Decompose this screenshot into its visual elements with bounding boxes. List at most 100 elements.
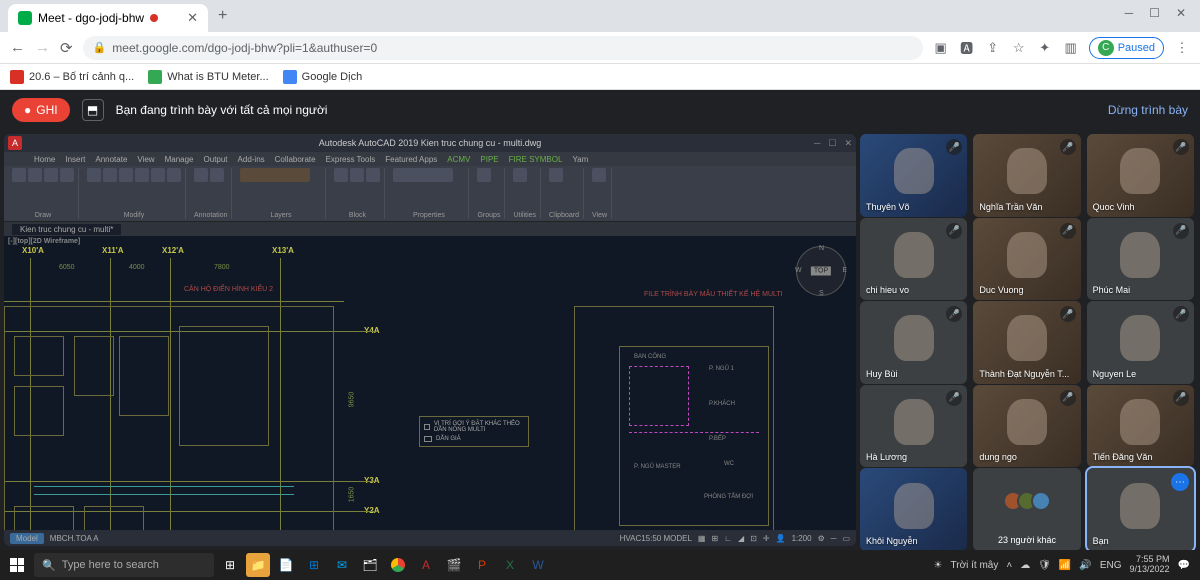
taskbar-app-icon[interactable]: W	[526, 553, 550, 577]
wifi-icon[interactable]: 📶	[1059, 560, 1071, 571]
share-icon[interactable]: ⇪	[985, 40, 1001, 56]
participant-tile[interactable]: 🎤Duc Vuong	[973, 218, 1080, 301]
taskbar-app-icon[interactable]: 🎬	[442, 553, 466, 577]
status-icon[interactable]: ◢	[738, 534, 744, 543]
taskbar-app-icon[interactable]: ✉	[330, 553, 354, 577]
participant-tile[interactable]: 🎤Phúc Mai	[1087, 218, 1194, 301]
translate-icon[interactable]: 🅰	[959, 40, 975, 56]
participant-tile[interactable]: 🎤Thuyên Võ	[860, 134, 967, 217]
participant-tile[interactable]: 🎤dung ngo	[973, 385, 1080, 468]
weather-text[interactable]: Trời ít mây	[951, 560, 999, 571]
status-icon[interactable]: ∟	[724, 534, 732, 543]
taskbar-app-icon[interactable]: 📄	[274, 553, 298, 577]
reading-list-icon[interactable]: ▥	[1063, 40, 1079, 56]
layout-tab[interactable]: MBCH.TOA A	[50, 534, 99, 543]
taskbar-chrome-icon[interactable]	[386, 553, 410, 577]
language-indicator[interactable]: ENG	[1100, 560, 1122, 571]
taskbar-app-icon[interactable]: A	[414, 553, 438, 577]
self-tile[interactable]: ⋯ Bạn	[1087, 468, 1194, 550]
puzzle-icon[interactable]: ✦	[1037, 40, 1053, 56]
ribbon-tab[interactable]: Express Tools	[326, 155, 376, 164]
tray-icon[interactable]: 🛡	[1038, 560, 1051, 571]
ribbon-tab[interactable]: Featured Apps	[385, 155, 437, 164]
taskbar-app-icon[interactable]: 📁	[246, 553, 270, 577]
ribbon-tab[interactable]: Manage	[165, 155, 194, 164]
ribbon-tab[interactable]: Add-ins	[238, 155, 265, 164]
view-cube[interactable]: TOP N S E W	[796, 246, 846, 296]
ribbon-tab[interactable]: Insert	[65, 155, 85, 164]
participant-tile[interactable]: 🎤Quoc Vinh	[1087, 134, 1194, 217]
ribbon-tab[interactable]: Collaborate	[275, 155, 316, 164]
participant-tile[interactable]: 🎤Huy Bùi	[860, 301, 967, 384]
stop-share-icon[interactable]: ⬒	[82, 99, 104, 121]
reload-icon[interactable]: ⟳	[60, 39, 73, 57]
status-icon[interactable]: ─	[831, 534, 837, 543]
clock[interactable]: 7:55 PM 9/13/2022	[1130, 555, 1170, 575]
cast-icon[interactable]: ▣	[933, 40, 949, 56]
bookmark-label: What is BTU Meter...	[167, 71, 268, 83]
notifications-icon[interactable]: 💬	[1178, 560, 1190, 571]
status-icon[interactable]: ▦	[698, 534, 706, 543]
back-icon[interactable]: ←	[10, 39, 25, 56]
forward-icon[interactable]: →	[35, 39, 50, 56]
ribbon-tab[interactable]: Yam	[572, 155, 588, 164]
participant-tile[interactable]: 🎤Thành Đạt Nguyễn T...	[973, 301, 1080, 384]
dimension-text: 1650	[348, 487, 355, 503]
profile-paused-chip[interactable]: C Paused	[1089, 37, 1164, 59]
participant-tile[interactable]: 🎤Nguyen Le	[1087, 301, 1194, 384]
status-icon[interactable]: ▭	[842, 534, 850, 543]
url-field[interactable]: 🔒 meet.google.com/dgo-jodj-bhw?pli=1&aut…	[83, 36, 923, 60]
participant-tile[interactable]: 🎤chi hieu vo	[860, 218, 967, 301]
url-text: meet.google.com/dgo-jodj-bhw?pli=1&authu…	[112, 41, 377, 55]
autocad-canvas[interactable]: [-][top][2D Wireframe] X10'A X11'A X12'A…	[4, 236, 856, 530]
scale-text[interactable]: 1:200	[792, 534, 812, 543]
taskbar-app-icon[interactable]: X	[498, 553, 522, 577]
status-icon[interactable]: ✛	[763, 534, 770, 543]
participant-tile[interactable]: Khôi Nguyễn	[860, 468, 967, 550]
start-button[interactable]	[4, 552, 30, 578]
participant-tile[interactable]: 🎤Tiến Đăng Văn	[1087, 385, 1194, 468]
participant-tile[interactable]: 🎤Nghĩa Trần Văn	[973, 134, 1080, 217]
ribbon-tab[interactable]: Annotate	[95, 155, 127, 164]
taskbar-app-icon[interactable]: P	[470, 553, 494, 577]
grid-label: X13'A	[272, 246, 294, 255]
model-tab[interactable]: Model	[10, 533, 44, 544]
ribbon-tab[interactable]: View	[137, 155, 154, 164]
viewcube-face[interactable]: TOP	[811, 267, 831, 276]
stop-presenting-link[interactable]: Dừng trình bày	[1108, 103, 1188, 117]
more-options-icon[interactable]: ⋯	[1171, 473, 1189, 491]
tray-chevron-icon[interactable]: ˄	[1006, 560, 1012, 571]
new-tab-button[interactable]: +	[210, 7, 235, 25]
status-icon[interactable]: ⊞	[711, 534, 718, 543]
ribbon-tab[interactable]: Home	[34, 155, 55, 164]
minimize-icon[interactable]: ─	[1125, 6, 1134, 20]
bookmark-item[interactable]: Google Dịch	[283, 70, 363, 84]
bookmark-item[interactable]: What is BTU Meter...	[148, 70, 268, 84]
participant-tile[interactable]: 🎤Hà Lương	[860, 385, 967, 468]
browser-tab[interactable]: Meet - dgo-jodj-bhw ✕	[8, 4, 208, 32]
ribbon-tab[interactable]: Output	[204, 155, 228, 164]
file-tab[interactable]: Kien truc chung cu - multi*	[12, 224, 121, 235]
ribbon-tab[interactable]: ACMV	[447, 155, 470, 164]
bookmark-item[interactable]: 20.6 – Bố trí cảnh q...	[10, 70, 134, 84]
tray-icon[interactable]: ☁	[1020, 560, 1030, 571]
close-window-icon[interactable]: ✕	[1176, 6, 1186, 20]
status-icon[interactable]: ⚙	[818, 534, 825, 543]
task-view-icon[interactable]: ⊞	[218, 553, 242, 577]
volume-icon[interactable]: 🔊	[1079, 560, 1091, 571]
others-tile[interactable]: 23 người khác	[973, 468, 1080, 550]
status-icon[interactable]: 👤	[776, 534, 786, 543]
ribbon-tab[interactable]: FIRE SYMBOL	[509, 155, 563, 164]
status-icon[interactable]: ⊡	[750, 534, 757, 543]
participant-name: Thành Đạt Nguyễn T...	[979, 369, 1069, 379]
menu-icon[interactable]: ⋮	[1174, 40, 1190, 56]
ribbon-tab[interactable]: PIPE	[480, 155, 498, 164]
taskbar-app-icon[interactable]: 🗂	[358, 553, 382, 577]
weather-icon[interactable]: ☀	[934, 560, 943, 571]
record-button[interactable]: ● GHI	[12, 98, 70, 122]
close-tab-icon[interactable]: ✕	[187, 10, 198, 26]
taskbar-app-icon[interactable]: ⊞	[302, 553, 326, 577]
taskbar-search[interactable]: 🔍 Type here to search	[34, 553, 214, 577]
star-icon[interactable]: ☆	[1011, 40, 1027, 56]
maximize-icon[interactable]: ☐	[1149, 6, 1160, 20]
